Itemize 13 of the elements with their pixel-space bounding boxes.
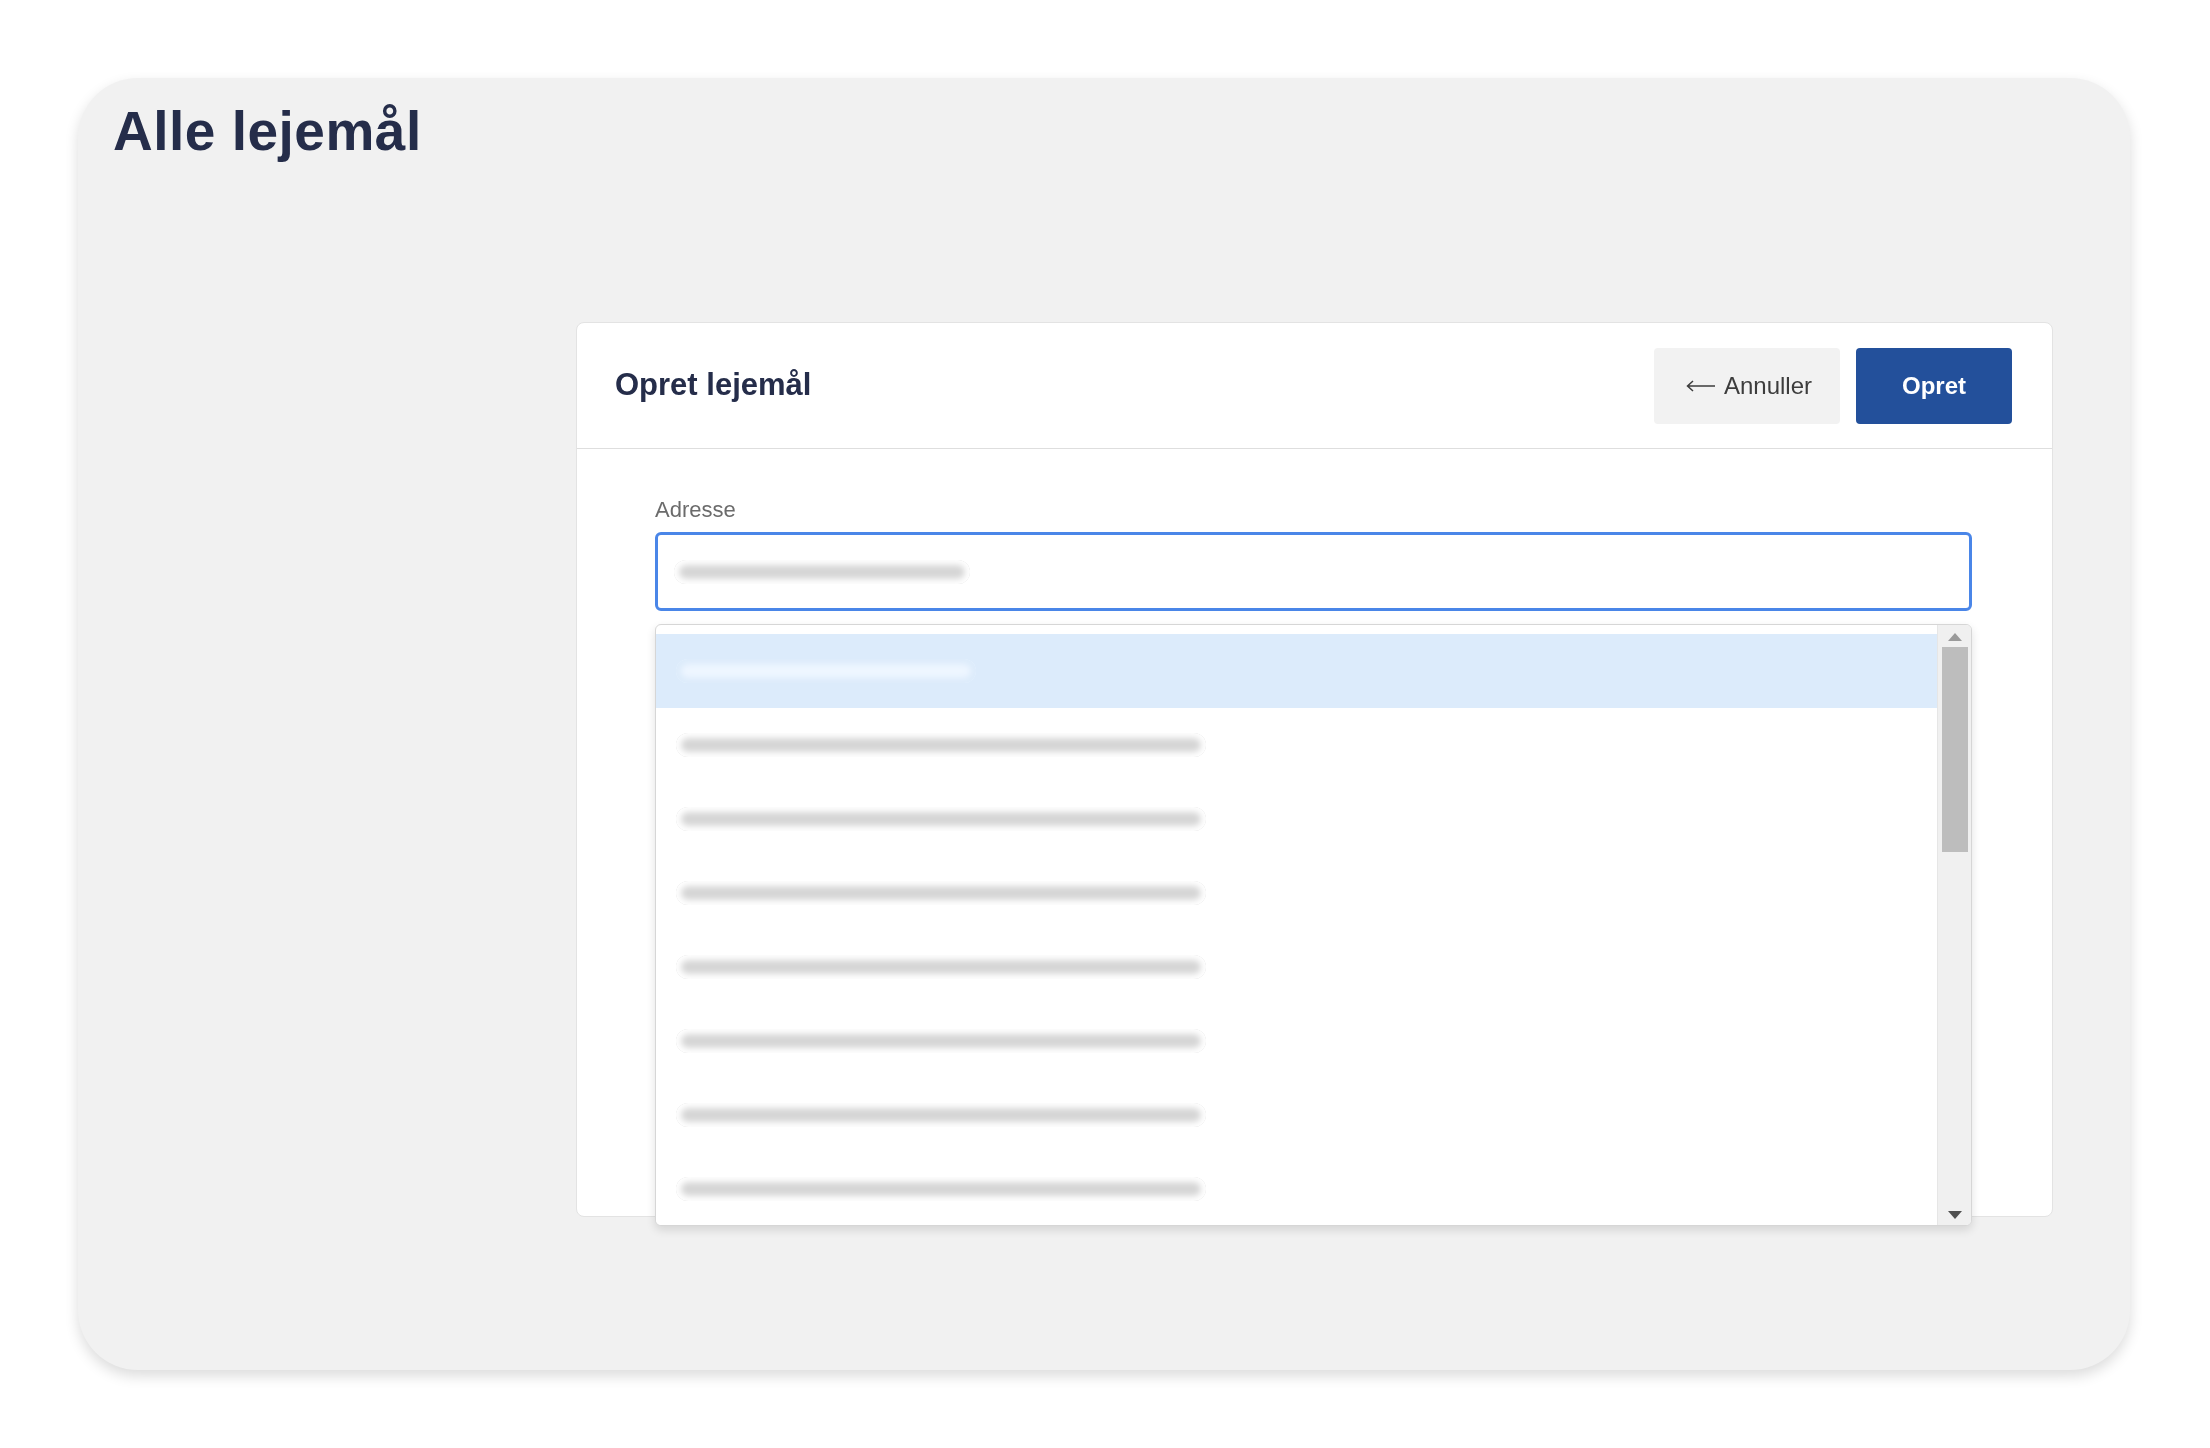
- suggestion-item[interactable]: [656, 1152, 1937, 1225]
- suggestion-item[interactable]: [656, 634, 1937, 708]
- create-button[interactable]: Opret: [1856, 347, 2012, 424]
- scroll-down-icon[interactable]: [1947, 1211, 1962, 1219]
- page-title: Alle lejemål: [113, 99, 422, 164]
- dialog-title: Opret lejemål: [615, 366, 812, 405]
- scrollbar[interactable]: [1937, 625, 1971, 1225]
- address-field[interactable]: [655, 532, 1972, 611]
- scrollbar-thumb[interactable]: [1941, 647, 1968, 852]
- field-label: Adresse: [655, 496, 736, 524]
- scroll-up-icon[interactable]: [1947, 633, 1962, 641]
- cancel-button[interactable]: Annuller: [1653, 347, 1840, 424]
- arrow-left-icon: [1685, 379, 1716, 392]
